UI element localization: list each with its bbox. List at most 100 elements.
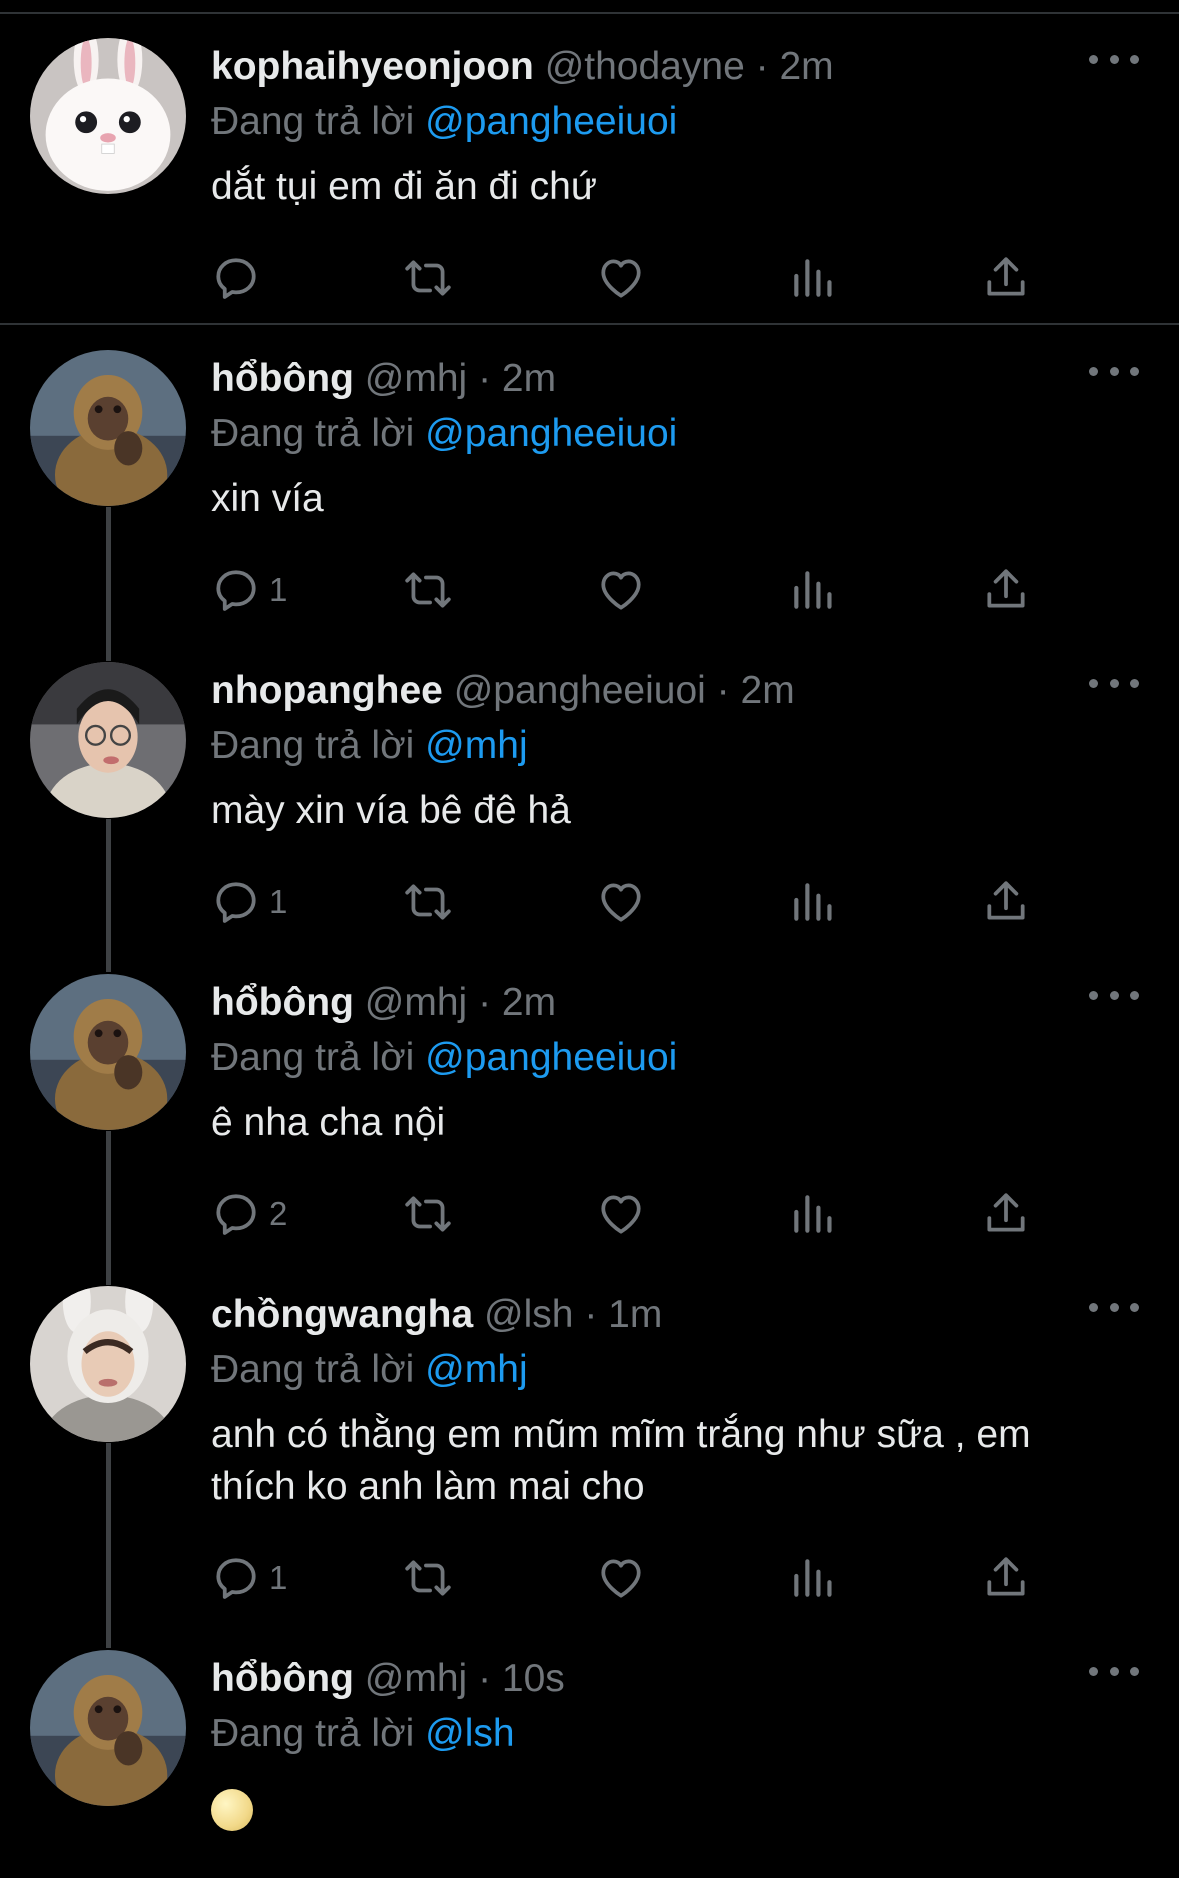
- person-bunny-hat-avatar: [30, 1286, 186, 1442]
- replying-to: Đang trả lời @pangheeiuoi: [211, 408, 1139, 460]
- views-button[interactable]: [788, 874, 838, 930]
- timestamp[interactable]: 2m: [502, 357, 556, 400]
- user-handle[interactable]: @pangheeiuoi: [454, 669, 706, 712]
- user-handle[interactable]: @thodayne: [545, 45, 745, 88]
- replying-to: Đang trả lời @pangheeiuoi: [211, 96, 1139, 148]
- more-options-button[interactable]: [1089, 44, 1139, 74]
- reply-button[interactable]: [211, 250, 269, 306]
- reply-prefix: Đang trả lời: [211, 1712, 415, 1755]
- share-button[interactable]: [981, 1550, 1031, 1606]
- views-button[interactable]: [788, 1550, 838, 1606]
- mention-link[interactable]: @pangheeiuoi: [425, 412, 677, 455]
- display-name[interactable]: hổbông: [211, 1657, 354, 1700]
- avatar[interactable]: [30, 38, 186, 194]
- top-divider: [0, 12, 1179, 14]
- separator-dot: ·: [478, 1657, 492, 1700]
- separator-dot: ·: [584, 1293, 598, 1336]
- tweet-header: hổbông @mhj · 2m: [211, 350, 1139, 408]
- tweet-text: mày xin vía bê đê hả: [211, 789, 571, 832]
- tweet-text: dắt tụi em đi ăn đi chứ: [211, 165, 597, 208]
- moon-face-emoji: [211, 1788, 253, 1831]
- monkey-avatar: [30, 350, 186, 506]
- separator-dot: ·: [755, 45, 769, 88]
- retweet-button[interactable]: [403, 1550, 453, 1606]
- retweet-icon: [403, 1553, 453, 1603]
- display-name[interactable]: hổbông: [211, 357, 354, 400]
- share-icon: [981, 1553, 1031, 1603]
- more-options-button[interactable]: [1089, 980, 1139, 1010]
- retweet-button[interactable]: [403, 1186, 453, 1242]
- timestamp[interactable]: 2m: [741, 669, 795, 712]
- display-name[interactable]: hổbông: [211, 981, 354, 1024]
- views-button[interactable]: [788, 250, 838, 306]
- tweet-text: xin vía: [211, 477, 324, 520]
- user-handle[interactable]: @mhj: [365, 1657, 467, 1700]
- more-options-button[interactable]: [1089, 1656, 1139, 1686]
- reply-icon: [211, 253, 261, 303]
- tweet-text-line: anh có thằng em mũm mĩm trắng như sữa , …: [211, 1413, 1031, 1456]
- timestamp[interactable]: 2m: [779, 45, 833, 88]
- separator-dot: ·: [478, 357, 492, 400]
- user-handle[interactable]: @mhj: [365, 357, 467, 400]
- share-button[interactable]: [981, 874, 1031, 930]
- timestamp[interactable]: 2m: [502, 981, 556, 1024]
- replying-to: Đang trả lời @lsh: [211, 1708, 1139, 1760]
- heart-icon: [596, 877, 646, 927]
- reply-count: 1: [269, 883, 288, 920]
- timestamp[interactable]: 10s: [502, 1657, 565, 1700]
- tweet-header: hổbông @mhj · 2m: [211, 974, 1139, 1032]
- reply-prefix: Đang trả lời: [211, 1348, 415, 1391]
- retweet-button[interactable]: [403, 250, 453, 306]
- mention-link[interactable]: @mhj: [425, 724, 527, 767]
- user-handle[interactable]: @lsh: [484, 1293, 573, 1336]
- reply-prefix: Đang trả lời: [211, 1036, 415, 1079]
- views-chart-icon: [788, 565, 838, 615]
- mention-link[interactable]: @pangheeiuoi: [425, 1036, 677, 1079]
- avatar[interactable]: [30, 974, 186, 1130]
- views-chart-icon: [788, 877, 838, 927]
- more-options-button[interactable]: [1089, 356, 1139, 386]
- reply-count: 2: [269, 1195, 288, 1232]
- mention-link[interactable]: @mhj: [425, 1348, 527, 1391]
- reply-icon: [211, 877, 261, 927]
- reply-button[interactable]: 1: [211, 1550, 287, 1606]
- monkey-avatar: [30, 1650, 186, 1806]
- reply-icon: [211, 565, 261, 615]
- like-button[interactable]: [596, 562, 646, 618]
- views-button[interactable]: [788, 1186, 838, 1242]
- reply-button[interactable]: 1: [211, 874, 287, 930]
- retweet-button[interactable]: [403, 874, 453, 930]
- display-name[interactable]: nhopanghee: [211, 669, 443, 712]
- retweet-icon: [403, 565, 453, 615]
- like-button[interactable]: [596, 874, 646, 930]
- display-name[interactable]: kophaihyeonjoon: [211, 45, 534, 88]
- avatar[interactable]: [30, 1650, 186, 1806]
- avatar[interactable]: [30, 350, 186, 506]
- more-options-button[interactable]: [1089, 1292, 1139, 1322]
- avatar[interactable]: [30, 1286, 186, 1442]
- retweet-button[interactable]: [403, 562, 453, 618]
- share-button[interactable]: [981, 1186, 1031, 1242]
- reply-prefix: Đang trả lời: [211, 100, 415, 143]
- mention-link[interactable]: @pangheeiuoi: [425, 100, 677, 143]
- like-button[interactable]: [596, 1186, 646, 1242]
- user-handle[interactable]: @mhj: [365, 981, 467, 1024]
- reply-button[interactable]: 2: [211, 1186, 287, 1242]
- mention-link[interactable]: @lsh: [425, 1712, 514, 1755]
- like-button[interactable]: [596, 1550, 646, 1606]
- tweet-actions: 1: [211, 562, 1091, 618]
- replying-to: Đang trả lời @mhj: [211, 720, 1139, 772]
- reply-count: 1: [269, 571, 288, 608]
- reply-button[interactable]: 1: [211, 562, 287, 618]
- avatar[interactable]: [30, 662, 186, 818]
- timestamp[interactable]: 1m: [608, 1293, 662, 1336]
- share-button[interactable]: [981, 562, 1031, 618]
- views-button[interactable]: [788, 562, 838, 618]
- more-options-button[interactable]: [1089, 668, 1139, 698]
- share-button[interactable]: [981, 250, 1031, 306]
- separator-dot: ·: [716, 669, 730, 712]
- views-chart-icon: [788, 1553, 838, 1603]
- display-name[interactable]: chồngwangha: [211, 1293, 473, 1336]
- like-button[interactable]: [596, 250, 646, 306]
- reply-prefix: Đang trả lời: [211, 412, 415, 455]
